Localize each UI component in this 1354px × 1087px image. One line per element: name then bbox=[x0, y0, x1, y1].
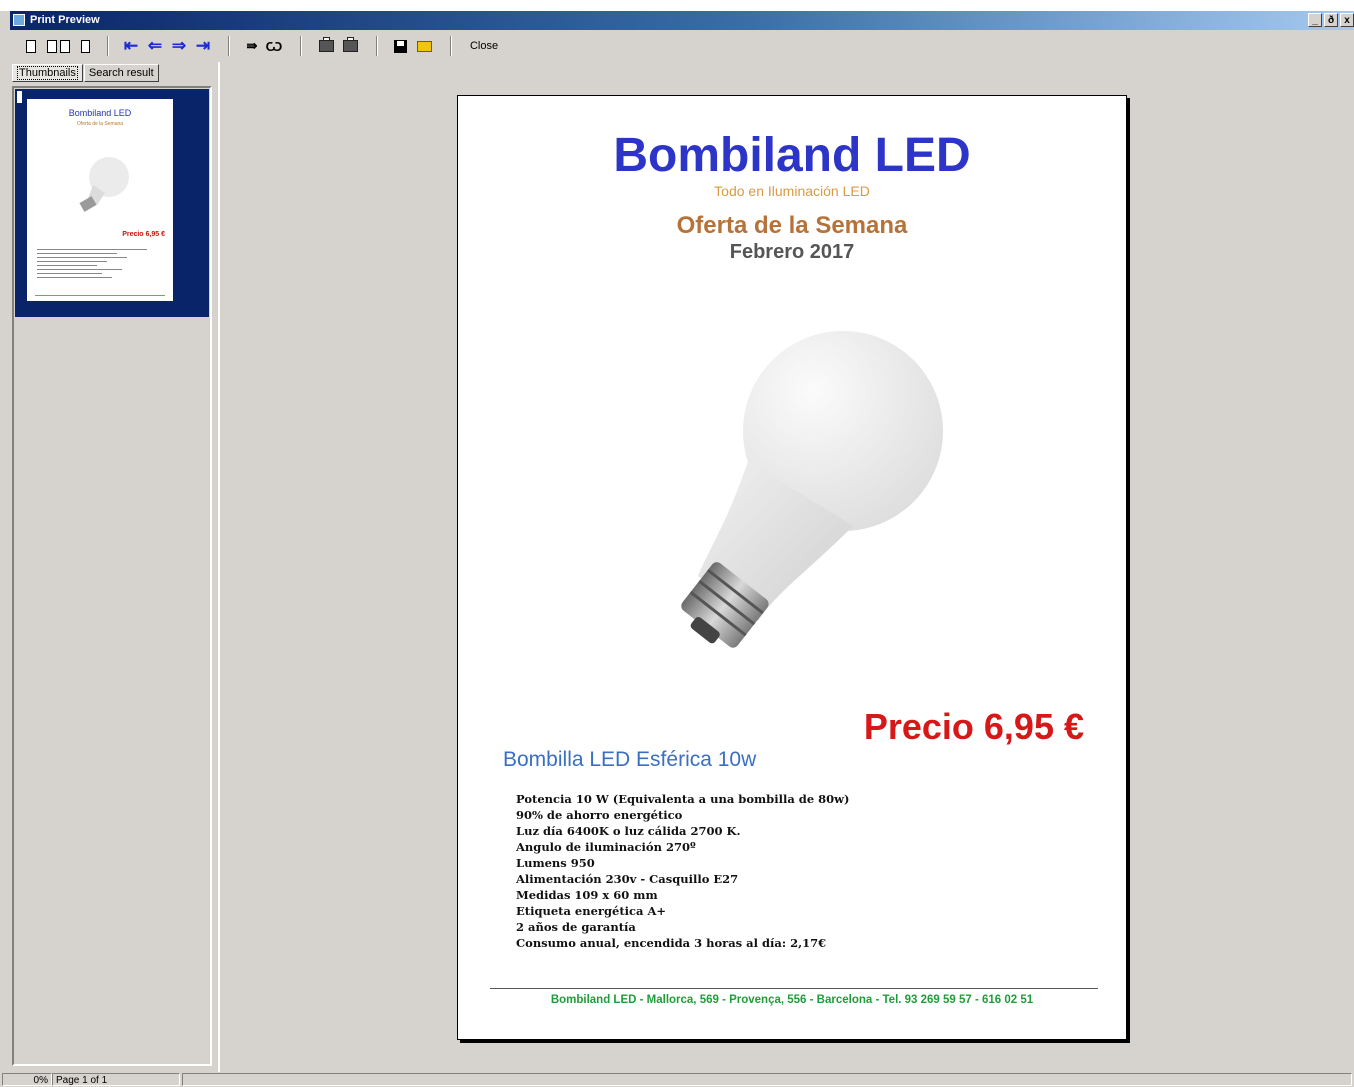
page-icon bbox=[46, 39, 57, 53]
spec-line: Potencia 10 W (Equivalenta a una bombill… bbox=[516, 792, 850, 806]
window-title: Print Preview bbox=[30, 14, 100, 26]
page-date: Febrero 2017 bbox=[729, 241, 855, 263]
last-page-button[interactable]: ⇥ bbox=[192, 36, 214, 56]
page-status: Page 1 of 1 bbox=[52, 1073, 180, 1086]
tab-label: Thumbnails bbox=[17, 66, 78, 80]
go-to-page-button[interactable]: ⇛ bbox=[242, 36, 262, 56]
page-product-name: Bombilla LED Esférica 10w bbox=[503, 748, 757, 771]
page-tagline: Todo en Iluminación LED bbox=[714, 183, 870, 199]
spec-line: Alimentación 230v - Casquillo E27 bbox=[516, 872, 739, 886]
printer-setup-icon bbox=[318, 37, 334, 52]
last-page-icon: ⇥ bbox=[195, 36, 211, 55]
thumbnail-page[interactable]: Bombiland LED Oferta de la Semana Precio… bbox=[27, 99, 173, 301]
toolbar-separator bbox=[376, 36, 378, 56]
spec-line: Medidas 109 x 60 mm bbox=[516, 888, 658, 902]
footer-divider bbox=[490, 988, 1098, 989]
minimize-button[interactable]: _ bbox=[1308, 13, 1322, 27]
page-price: Precio 6,95 € bbox=[863, 706, 1084, 747]
page-icon bbox=[59, 39, 70, 53]
thumb-spec-lines bbox=[37, 249, 157, 281]
goto-arrow-icon: ⇛ bbox=[246, 38, 258, 53]
two-pages-button[interactable] bbox=[43, 36, 73, 56]
tab-thumbnails[interactable]: Thumbnails bbox=[12, 64, 83, 82]
toolbar-separator bbox=[450, 36, 452, 56]
open-button[interactable] bbox=[414, 36, 434, 56]
led-bulb-image bbox=[681, 331, 943, 648]
thumb-price: Precio 6,95 € bbox=[122, 231, 165, 238]
spec-line: Etiqueta energética A+ bbox=[516, 904, 667, 918]
spec-line: Luz día 6400K o luz cálida 2700 K. bbox=[516, 824, 741, 838]
save-button[interactable] bbox=[390, 36, 410, 56]
single-page-button[interactable] bbox=[22, 36, 40, 56]
spec-line: Consumo anual, encendida 3 horas al día:… bbox=[516, 936, 827, 950]
app-icon bbox=[13, 14, 25, 26]
page-spec-list: Potencia 10 W (Equivalenta a una bombill… bbox=[516, 791, 850, 951]
status-bar: 0% Page 1 of 1 bbox=[0, 1073, 1354, 1086]
preview-page[interactable]: Bombiland LED Todo en Iluminación LED Of… bbox=[457, 95, 1127, 1040]
status-message bbox=[182, 1073, 1352, 1086]
tab-search-result[interactable]: Search result bbox=[83, 64, 159, 82]
spec-line: 90% de ahorro energético bbox=[516, 808, 683, 822]
find-button[interactable]: Ѡ bbox=[264, 36, 284, 56]
tab-label: Search result bbox=[88, 67, 154, 79]
thumbnail-list[interactable]: Bombiland LED Oferta de la Semana Precio… bbox=[12, 86, 212, 1066]
page-width-icon bbox=[80, 39, 90, 53]
title-bar: Print Preview _ ð x bbox=[10, 11, 1354, 30]
previous-page-button[interactable]: ⇐ bbox=[144, 36, 166, 56]
print-button[interactable] bbox=[340, 36, 360, 56]
top-strip bbox=[0, 0, 1354, 11]
thumb-footer-line bbox=[35, 295, 165, 296]
thumbnail-panel: Thumbnails Search result Bombiland LED O… bbox=[10, 62, 216, 1072]
toolbar-separator bbox=[300, 36, 302, 56]
spec-line: Lumens 950 bbox=[516, 856, 595, 870]
arrow-left-icon: ⇐ bbox=[147, 36, 163, 55]
thumbnail-item[interactable]: Bombiland LED Oferta de la Semana Precio… bbox=[15, 89, 209, 317]
selection-marker bbox=[17, 91, 22, 103]
floppy-disk-icon bbox=[393, 39, 407, 53]
first-page-button[interactable]: ⇤ bbox=[120, 36, 142, 56]
toolbar: ⇤ ⇐ ⇒ ⇥ ⇛ Ѡ Close bbox=[10, 32, 1354, 62]
close-preview-button[interactable]: Close bbox=[462, 36, 506, 56]
thumb-brand: Bombiland LED bbox=[68, 108, 132, 118]
thumb-bulb-image bbox=[79, 157, 129, 212]
page-offer: Oferta de la Semana bbox=[676, 212, 908, 239]
arrow-right-icon: ⇒ bbox=[171, 36, 187, 55]
single-page-icon bbox=[26, 39, 36, 53]
folder-open-icon bbox=[416, 40, 432, 52]
restore-button[interactable]: ð bbox=[1324, 13, 1338, 27]
toolbar-separator bbox=[107, 36, 109, 56]
close-window-button[interactable]: x bbox=[1340, 13, 1354, 27]
window-controls: _ ð x bbox=[1308, 13, 1354, 27]
binoculars-icon: Ѡ bbox=[265, 38, 283, 54]
spec-line: 2 años de garantía bbox=[516, 920, 636, 934]
panel-tabs: Thumbnails Search result bbox=[12, 64, 160, 82]
printer-icon bbox=[342, 37, 358, 52]
page-width-button[interactable] bbox=[76, 36, 94, 56]
next-page-button[interactable]: ⇒ bbox=[168, 36, 190, 56]
print-setup-button[interactable] bbox=[316, 36, 336, 56]
thumb-offer: Oferta de la Semana bbox=[76, 121, 124, 127]
toolbar-separator bbox=[228, 36, 230, 56]
first-page-icon: ⇤ bbox=[123, 36, 139, 55]
zoom-status: 0% bbox=[2, 1073, 52, 1086]
page-brand: Bombiland LED bbox=[613, 129, 971, 182]
page-footer: Bombiland LED - Mallorca, 569 - Provença… bbox=[550, 994, 1034, 1006]
spec-line: Angulo de iluminación 270º bbox=[516, 840, 696, 854]
